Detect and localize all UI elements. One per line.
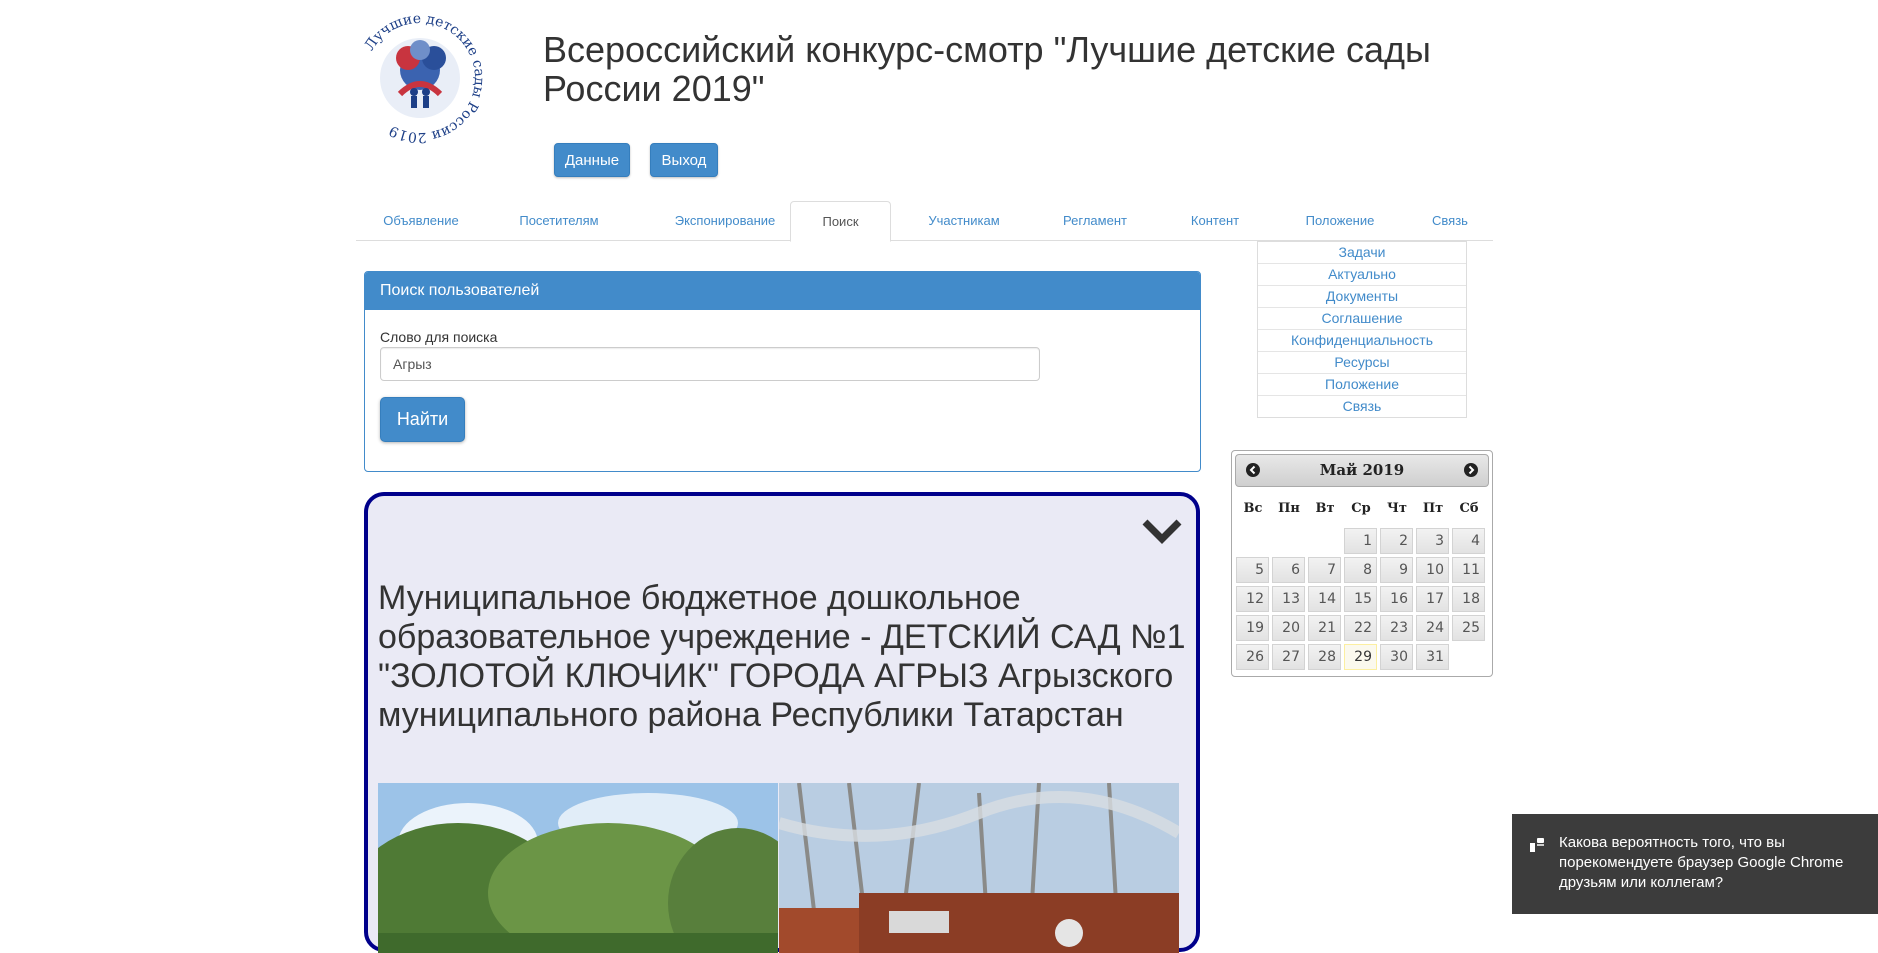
search-panel-title: Поиск пользователей xyxy=(365,272,1200,310)
calendar-day[interactable]: 6 xyxy=(1272,557,1305,583)
tab-statute[interactable]: Положение xyxy=(1280,201,1400,241)
calendar-day[interactable]: 14 xyxy=(1308,586,1341,612)
calendar-day[interactable]: 16 xyxy=(1380,586,1413,612)
kindergarten-photo xyxy=(378,783,778,953)
calendar-day[interactable]: 25 xyxy=(1452,615,1485,641)
tab-content[interactable]: Контент xyxy=(1166,201,1264,241)
tab-exhibiting[interactable]: Экспонирование xyxy=(645,201,805,241)
side-item-resources[interactable]: Ресурсы xyxy=(1258,352,1466,374)
exit-button[interactable]: Выход xyxy=(650,143,718,177)
search-panel: Поиск пользователей Слово для поиска Най… xyxy=(364,271,1201,472)
calendar-day[interactable]: 4 xyxy=(1452,528,1485,554)
calendar-day[interactable]: 9 xyxy=(1380,557,1413,583)
calendar-weekday: Вс xyxy=(1243,501,1263,516)
calendar-weekday: Сб xyxy=(1459,501,1479,516)
calendar-weekday: Пн xyxy=(1278,501,1300,516)
side-item-documents[interactable]: Документы xyxy=(1258,286,1466,308)
calendar-day[interactable]: 20 xyxy=(1272,615,1305,641)
calendar-day[interactable]: 3 xyxy=(1416,528,1449,554)
side-menu: Задачи Актуально Документы Соглашение Ко… xyxy=(1257,241,1467,418)
calendar-day[interactable]: 27 xyxy=(1272,644,1305,670)
calendar-day[interactable]: 19 xyxy=(1236,615,1269,641)
data-button[interactable]: Данные xyxy=(554,143,630,177)
calendar-header: Май 2019 xyxy=(1235,454,1489,487)
tab-visitors[interactable]: Посетителям xyxy=(493,201,625,241)
calendar-day[interactable]: 24 xyxy=(1416,615,1449,641)
calendar-day[interactable]: 28 xyxy=(1308,644,1341,670)
notification-text: Какова вероятность того, что вы порекоме… xyxy=(1559,834,1844,891)
chrome-survey-notification[interactable]: Какова вероятность того, что вы порекоме… xyxy=(1512,814,1878,914)
side-item-statute[interactable]: Положение xyxy=(1258,374,1466,396)
calendar-weekday: Ср xyxy=(1351,501,1371,516)
calendar-day[interactable]: 30 xyxy=(1380,644,1413,670)
tab-search[interactable]: Поиск xyxy=(790,201,891,242)
calendar-day[interactable]: 1 xyxy=(1344,528,1377,554)
calendar-weekday: Пт xyxy=(1422,501,1444,516)
side-item-actual[interactable]: Актуально xyxy=(1258,264,1466,286)
side-item-agreement[interactable]: Соглашение xyxy=(1258,308,1466,330)
calendar-day[interactable]: 23 xyxy=(1380,615,1413,641)
calendar-day[interactable]: 5 xyxy=(1236,557,1269,583)
page-title: Всероссийский конкурс-смотр "Лучшие детс… xyxy=(543,29,1431,109)
calendar-day[interactable]: 13 xyxy=(1272,586,1305,612)
next-month-icon[interactable] xyxy=(1464,463,1478,477)
calendar-day[interactable]: 11 xyxy=(1452,557,1485,583)
calendar-day[interactable]: 10 xyxy=(1416,557,1449,583)
calendar-title: Май 2019 xyxy=(1319,461,1405,479)
calendar-day[interactable]: 31 xyxy=(1416,644,1449,670)
search-label: Слово для поиска xyxy=(380,329,498,345)
side-item-contact[interactable]: Связь xyxy=(1258,396,1466,417)
calendar-day[interactable]: 15 xyxy=(1344,586,1377,612)
calendar-weekday: Чт xyxy=(1387,501,1407,516)
calendar-day[interactable]: 2 xyxy=(1380,528,1413,554)
calendar-day[interactable]: 29 xyxy=(1344,644,1377,670)
side-item-tasks[interactable]: Задачи xyxy=(1258,242,1466,264)
kindergarten-photo xyxy=(779,783,1179,953)
calendar-day[interactable]: 26 xyxy=(1236,644,1269,670)
calendar-day[interactable]: 12 xyxy=(1236,586,1269,612)
calendar-day[interactable]: 21 xyxy=(1308,615,1341,641)
logo: Лучшие детские сады России 2019 xyxy=(352,10,488,146)
calendar-day[interactable]: 18 xyxy=(1452,586,1485,612)
tab-contact[interactable]: Связь xyxy=(1414,201,1486,241)
search-input[interactable] xyxy=(380,347,1040,381)
tab-regulations[interactable]: Регламент xyxy=(1036,201,1154,241)
tab-announcement[interactable]: Объявление xyxy=(356,201,486,241)
side-item-privacy[interactable]: Конфиденциальность xyxy=(1258,330,1466,352)
calendar: Май 2019 Вс Пн Вт Ср Чт Пт Сб 1 2 3 4 5 6 7 8 9 10 11 12 13… xyxy=(1231,450,1493,677)
calendar-day[interactable]: 17 xyxy=(1416,586,1449,612)
notification-icon xyxy=(1530,838,1544,852)
calendar-weekday: Вт xyxy=(1315,501,1335,516)
org-name: Муниципальное бюджетное дошкольное образ… xyxy=(378,579,1186,734)
find-button[interactable]: Найти xyxy=(380,397,465,442)
calendar-day[interactable]: 8 xyxy=(1344,557,1377,583)
chevron-down-icon[interactable] xyxy=(1142,518,1182,544)
calendar-day[interactable]: 22 xyxy=(1344,615,1377,641)
calendar-day[interactable]: 7 xyxy=(1308,557,1341,583)
nav-tabs: Объявление Посетителям Экспонирование По… xyxy=(356,201,1493,242)
tab-participants[interactable]: Участникам xyxy=(899,201,1029,241)
result-card: Муниципальное бюджетное дошкольное образ… xyxy=(364,492,1200,953)
